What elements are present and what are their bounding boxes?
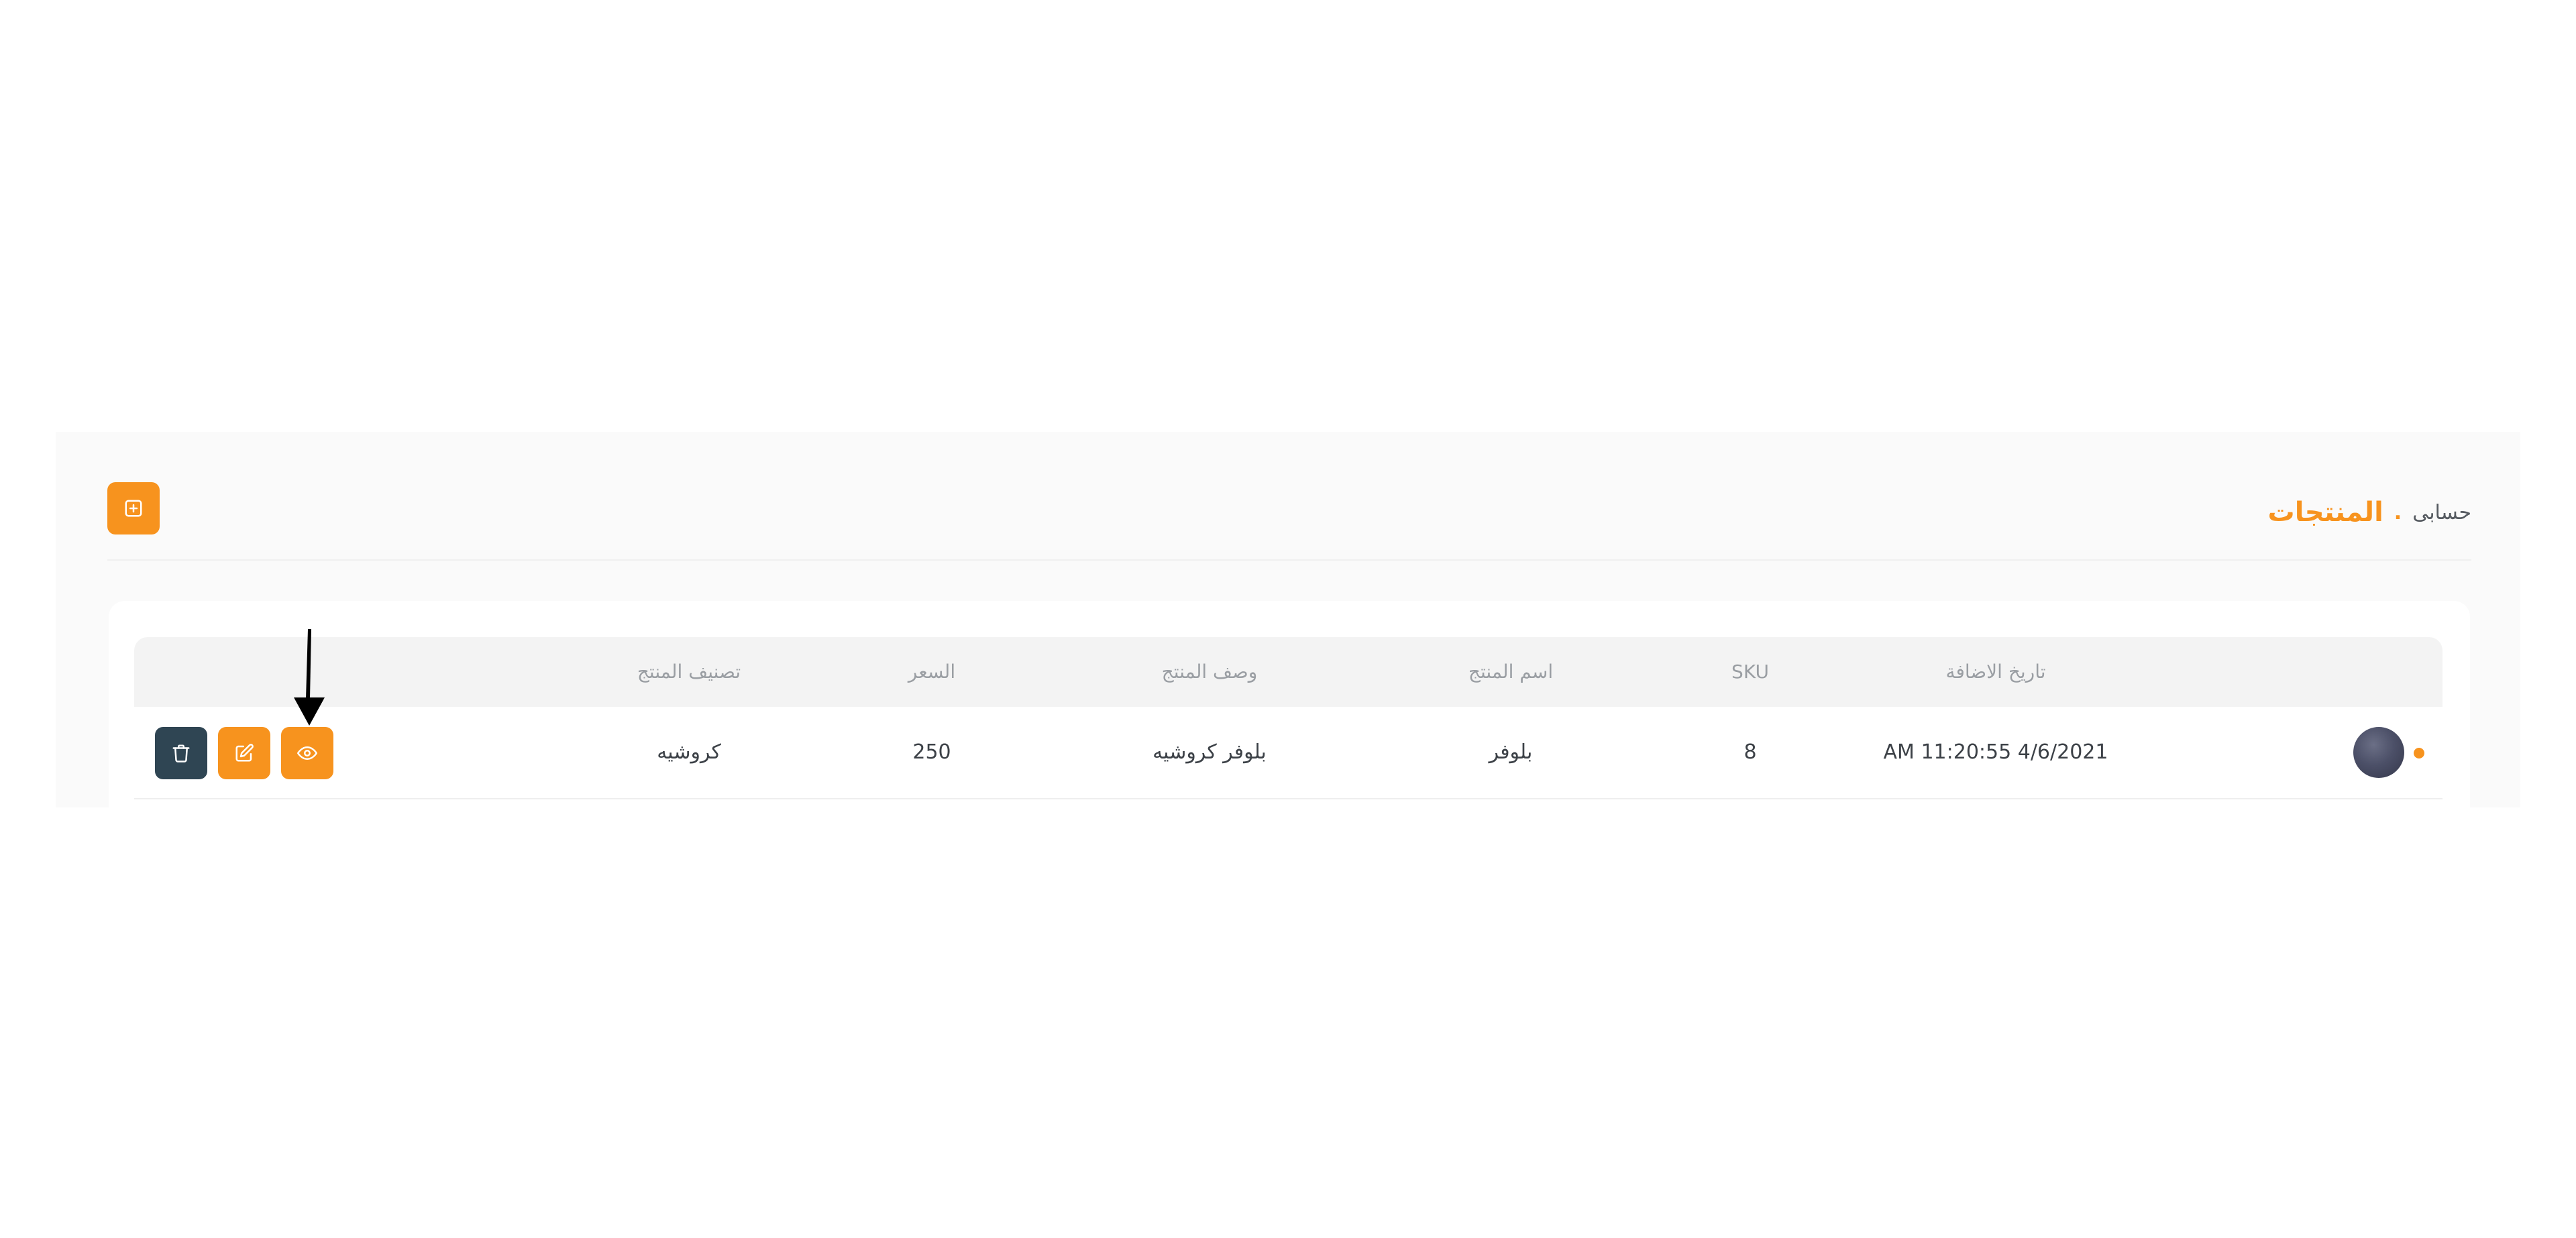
breadcrumb-separator: .: [2394, 500, 2402, 524]
cell-sku: 8: [1743, 740, 1757, 764]
cell-product-name: بلوفر: [1489, 740, 1533, 764]
page-title: المنتجات: [2267, 497, 2383, 528]
column-header-product-name: اسم المنتج: [1468, 661, 1554, 683]
cell-product-category: كروشيه: [657, 740, 721, 764]
products-table: تاريخ الاضافة SKU اسم المنتج وصف المنتج …: [134, 637, 2443, 799]
column-header-date-added: تاريخ الاضافة: [1945, 661, 2046, 683]
down-arrow-annotation: [294, 629, 325, 726]
view-product-button[interactable]: [281, 727, 333, 779]
table-header: تاريخ الاضافة SKU اسم المنتج وصف المنتج …: [134, 637, 2443, 707]
eye-icon: [297, 746, 317, 760]
product-image: [2353, 727, 2404, 778]
add-product-button[interactable]: [107, 482, 160, 534]
header-divider: [107, 559, 2471, 561]
breadcrumb: حسابى . المنتجات: [2268, 492, 2471, 532]
cell-price: 250: [912, 740, 951, 764]
cell-date-added: AM 11:20:55 4/6/2021: [1883, 740, 2108, 764]
column-header-sku: SKU: [1731, 661, 1769, 683]
trash-icon: [172, 744, 190, 763]
edit-icon: [235, 744, 254, 762]
edit-product-button[interactable]: [218, 727, 270, 779]
table-row[interactable]: AM 11:20:55 4/6/2021 8 بلوفر بلوفر كروشي…: [134, 707, 2443, 799]
products-panel: حسابى . المنتجات تاريخ الاضافة SKU اسم ا…: [56, 432, 2520, 807]
breadcrumb-parent[interactable]: حسابى: [2412, 501, 2471, 524]
products-card: تاريخ الاضافة SKU اسم المنتج وصف المنتج …: [109, 601, 2470, 807]
column-header-product-description: وصف المنتج: [1161, 661, 1258, 683]
cell-product-description: بلوفر كروشيه: [1152, 740, 1267, 764]
column-header-price: السعر: [908, 661, 956, 683]
status-dot: [2414, 748, 2424, 758]
delete-product-button[interactable]: [155, 727, 207, 779]
plus-square-icon: [125, 500, 142, 517]
column-header-product-category: تصنيف المنتج: [637, 661, 741, 683]
